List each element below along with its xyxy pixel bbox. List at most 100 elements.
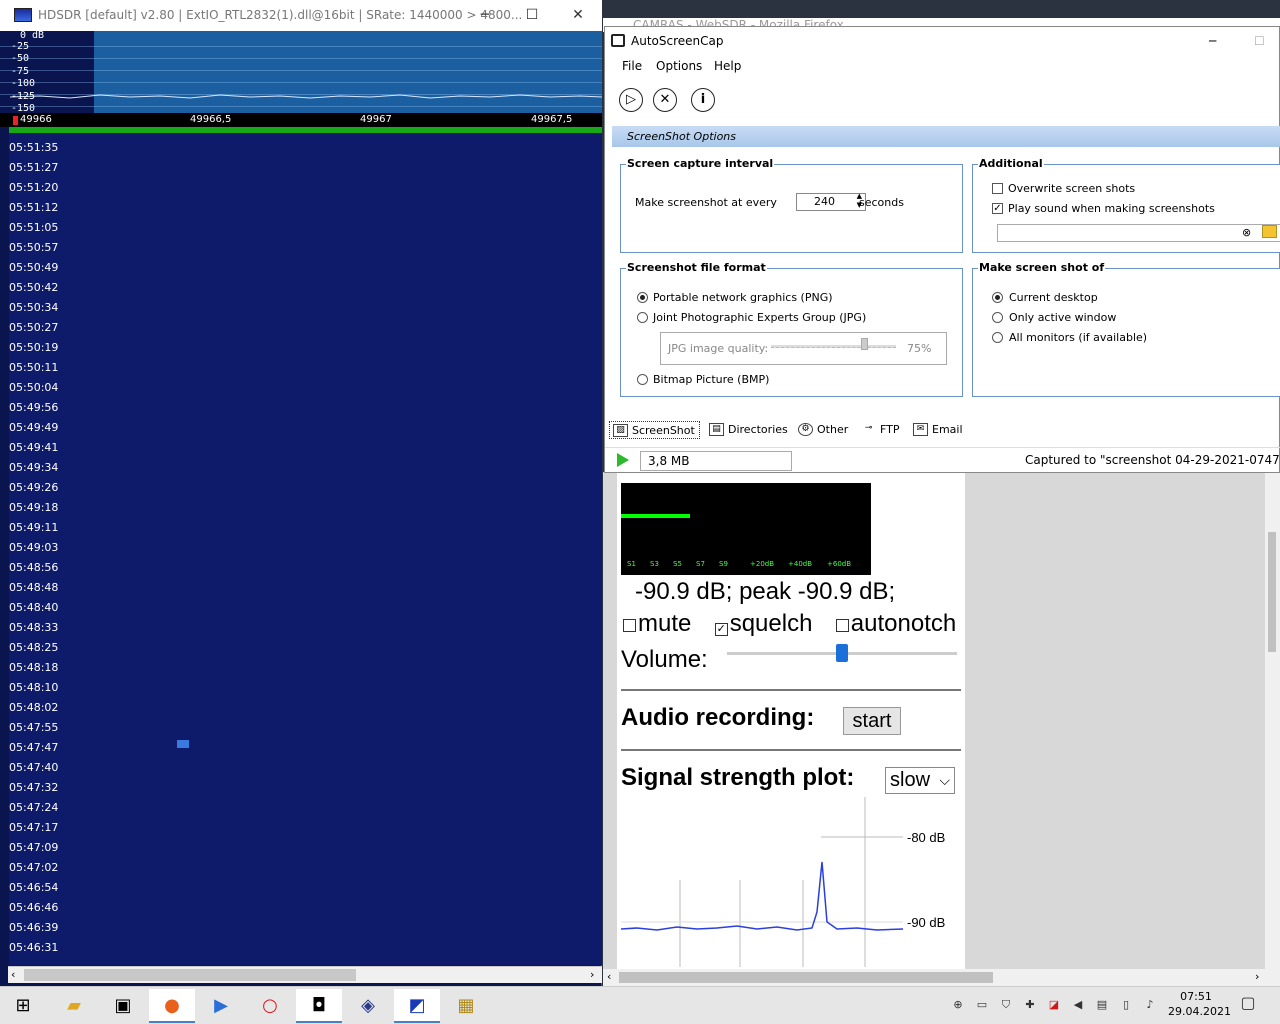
png-radio[interactable] (637, 292, 648, 303)
hdsdr-scrollbar[interactable]: ‹ › (8, 966, 602, 983)
scroll-thumb[interactable] (24, 969, 356, 981)
maximize-button[interactable]: ☐ (1254, 27, 1265, 55)
quality-slider[interactable] (771, 345, 896, 348)
tray-app-icon[interactable]: ◪ (1046, 997, 1062, 1013)
freq-label: 49966,5 (190, 114, 232, 125)
s-meter-label: +40dB (788, 560, 813, 568)
close-button[interactable]: ✕ (555, 0, 601, 31)
scroll-right-icon[interactable]: › (590, 968, 594, 981)
tune-marker-icon[interactable] (13, 116, 18, 125)
file-explorer-icon[interactable]: ▰ (51, 989, 97, 1023)
websdr-panel: S1 S3 S5 S7 S9 +20dB +40dB +60dB -90.9 d… (617, 472, 965, 972)
tray-app-icon[interactable]: ⊕ (950, 997, 966, 1013)
stop-icon[interactable]: ✕ (653, 88, 677, 112)
all-monitors-radio[interactable] (992, 332, 1003, 343)
db-label: 0 dB (20, 30, 45, 41)
mute-checkbox[interactable] (623, 619, 636, 632)
speaker-icon[interactable]: ◀ (1070, 997, 1086, 1013)
hscroll-thumb[interactable] (619, 972, 993, 983)
hdsdr-icon[interactable]: ◩ (394, 989, 440, 1023)
autoscreencap-icon[interactable]: ◘ (296, 989, 342, 1023)
opera-icon[interactable]: ○ (247, 989, 293, 1023)
play-sound-checkbox[interactable]: ✓ (992, 203, 1003, 214)
format-group-title: Screenshot file format (626, 261, 767, 274)
time-label: 05:46:39 (9, 921, 59, 934)
tray-app-icon[interactable]: ▤ (1094, 997, 1110, 1013)
scroll-right-icon[interactable]: › (1255, 970, 1259, 983)
menu-help[interactable]: Help (714, 59, 741, 73)
notifications-icon[interactable]: ▢ (1240, 995, 1256, 1011)
autonotch-checkbox[interactable] (835, 619, 849, 632)
websdr-hscrollbar[interactable]: ‹ › (603, 969, 1280, 986)
frequency-scale[interactable]: 49966 49966,5 49967 49967,5 (0, 113, 602, 127)
time-label: 05:46:54 (9, 881, 59, 894)
scroll-left-icon[interactable]: ‹ (11, 968, 15, 981)
plot-svg: -80 dB -90 dB (620, 797, 945, 967)
asc-title-bar[interactable]: AutoScreenCap ─ ☐ (605, 27, 1280, 55)
scroll-left-icon[interactable]: ‹ (607, 970, 611, 983)
volume-icon[interactable]: ♪ (1142, 997, 1158, 1013)
hdsdr-title-bar[interactable]: HDSDR [default] v2.80 | ExtIO_RTL2832(1)… (0, 0, 602, 31)
time-label: 05:47:55 (9, 721, 59, 734)
quality-value: 75% (907, 342, 932, 355)
squelch-checkbox[interactable]: ✓ (714, 623, 728, 636)
spectrum-display[interactable]: 0 dB -25 -50 -75 -100 -125 -150 (0, 30, 602, 114)
volume-label: Volume: (621, 646, 708, 673)
media-player-icon[interactable]: ▶ (198, 989, 244, 1023)
volume-slider[interactable] (727, 644, 957, 662)
volume-handle[interactable] (836, 644, 848, 662)
clock-date: 29.04.2021 (1168, 1005, 1231, 1018)
active-window-radio[interactable] (992, 312, 1003, 323)
menu-file[interactable]: File (622, 59, 642, 73)
maximize-button[interactable]: ☐ (509, 0, 555, 31)
tab-email[interactable]: ✉ Email (910, 421, 963, 439)
store-icon[interactable]: ▣ (100, 989, 146, 1023)
bmp-radio[interactable] (637, 374, 648, 385)
waterfall-display[interactable] (9, 133, 602, 965)
clear-icon[interactable]: ⊗ (1242, 226, 1251, 239)
quality-handle[interactable] (860, 338, 868, 350)
jpg-radio[interactable] (637, 312, 648, 323)
spectrum-trace (9, 94, 602, 99)
desktop-radio[interactable] (992, 292, 1003, 303)
tab-screenshot[interactable]: ▨ ScreenShot (609, 421, 700, 439)
shield-icon[interactable]: ⛉ (998, 997, 1014, 1013)
overwrite-checkbox[interactable] (992, 183, 1003, 194)
wr-hd-icon[interactable]: ▦ (443, 989, 489, 1023)
start-button[interactable]: start (843, 707, 901, 735)
time-label: 05:47:02 (9, 861, 59, 874)
all-monitors-label: All monitors (if available) (1009, 331, 1148, 344)
minimize-button[interactable]: ─ (462, 0, 508, 31)
time-label: 05:49:03 (9, 541, 59, 554)
vscroll-thumb[interactable] (1268, 532, 1276, 652)
options-row: mute ✓ squelch autonotch (623, 610, 956, 638)
plot-speed-select[interactable]: slow ⌵ (885, 767, 955, 794)
websdr-vscrollbar[interactable] (1265, 472, 1280, 972)
tab-directories[interactable]: ▤ Directories (706, 421, 788, 439)
minimize-button[interactable]: ─ (1209, 27, 1216, 55)
info-icon[interactable]: i (691, 88, 715, 112)
firefox-icon[interactable]: ● (149, 989, 195, 1023)
tray-app-icon[interactable]: ▭ (974, 997, 990, 1013)
folder-icon[interactable] (1262, 225, 1277, 238)
s-meter-label: S1 (627, 560, 636, 568)
active-window-label: Only active window (1009, 311, 1117, 324)
time-label: 05:50:04 (9, 381, 59, 394)
tab-label: Other (817, 423, 849, 436)
time-label: 05:50:27 (9, 321, 59, 334)
target-group: Make screen shot of Current desktop Only… (972, 261, 1280, 397)
sound-file-input[interactable]: ⊗ (997, 224, 1280, 242)
interval-spinner[interactable]: 240 ▲ ▼ (796, 192, 866, 211)
network-icon[interactable]: ▯ (1118, 997, 1134, 1013)
menu-options[interactable]: Options (656, 59, 702, 73)
tab-other[interactable]: ⚙ Other (795, 421, 848, 439)
satellite-app-icon[interactable]: ◈ (345, 989, 391, 1023)
time-label: 05:47:47 (9, 741, 59, 754)
clock[interactable]: 07:51 29.04.2021 (1168, 989, 1231, 1019)
time-label: 05:46:46 (9, 901, 59, 914)
tab-ftp[interactable]: ⊸ FTP (858, 421, 900, 439)
play-icon[interactable]: ▷ (619, 88, 643, 112)
tray-app-icon[interactable]: ✚ (1022, 997, 1038, 1013)
windows-start-icon[interactable]: ⊞ (0, 989, 46, 1023)
s-meter-label: S9 (719, 560, 728, 568)
